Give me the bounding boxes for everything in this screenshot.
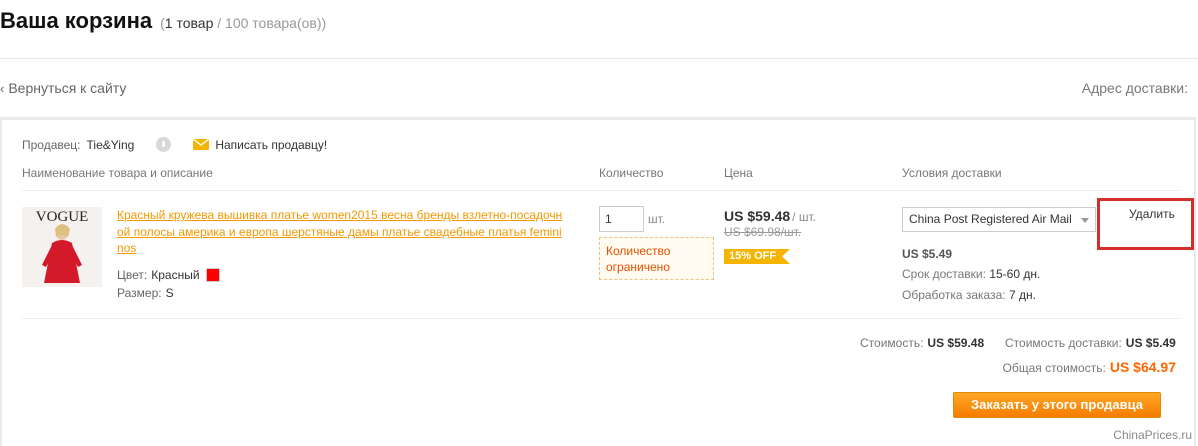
color-label: Цвет: <box>117 268 148 282</box>
discount-badge: 15% OFF <box>724 249 790 264</box>
seller-name[interactable]: Tie&Ying <box>87 138 135 152</box>
product-size: Размер: S <box>117 286 174 300</box>
size-label: Размер: <box>117 286 162 300</box>
product-thumbnail[interactable]: VOGUE <box>22 207 102 287</box>
processing-time-label: Обработка заказа: <box>902 288 1006 302</box>
cart-count: (1 товар / 100 товара(ов)) <box>160 15 326 31</box>
watermark: ChinaPrices.ru <box>1113 428 1192 442</box>
shipping-total: Стоимость доставки: US $5.49 <box>1005 336 1176 350</box>
quantity-limited-notice: Количество ограничено <box>599 237 714 280</box>
shipping-total-label: Стоимость доставки: <box>1005 336 1122 350</box>
mail-icon[interactable] <box>193 139 210 150</box>
delivery-time: Срок доставки: 15-60 дн. <box>902 267 1040 281</box>
grand-total-value: US $64.97 <box>1109 359 1176 375</box>
chevron-down-icon <box>1081 218 1089 223</box>
subtotal-value: US $59.48 <box>927 336 985 350</box>
page-title: Ваша корзина <box>0 8 153 33</box>
subtotal-label: Стоимость: <box>860 336 924 350</box>
column-header-price: Цена <box>724 166 753 180</box>
back-to-site-link[interactable]: ‹ Вернуться к сайту <box>0 80 126 96</box>
unit-price-value: US $59.48 <box>724 208 791 224</box>
processing-time: Обработка заказа: 7 дн. <box>902 288 1036 302</box>
color-value: Красный <box>151 268 200 282</box>
quantity-unit: шт. <box>648 212 666 226</box>
item-row-divider <box>22 318 1180 319</box>
grand-total: Общая стоимость: US $64.97 <box>1002 359 1176 375</box>
unit-price-per: / шт. <box>792 210 816 224</box>
seller-label: Продавец: <box>22 137 81 152</box>
delivery-time-value: 15-60 дн. <box>989 267 1041 281</box>
header-row-divider <box>22 190 1180 191</box>
grand-total-label: Общая стоимость: <box>1002 361 1106 375</box>
column-header-quantity: Количество <box>599 166 664 180</box>
processing-time-value: 7 дн. <box>1008 288 1036 302</box>
seller-info-icon[interactable] <box>156 137 172 152</box>
cart-count-limit: / 100 товара(ов)) <box>213 15 327 31</box>
product-color: Цвет: Красный <box>117 268 220 282</box>
size-value: S <box>165 286 174 300</box>
cart-count-current: 1 товар <box>164 15 214 31</box>
order-from-seller-button[interactable]: Заказать у этого продавца <box>953 392 1161 418</box>
shipping-method-select[interactable]: China Post Registered Air Mail <box>902 207 1096 232</box>
delete-item-link[interactable]: Удалить <box>1129 207 1175 221</box>
product-title-link[interactable]: Красный кружева вышивка платье women2015… <box>117 207 567 257</box>
header-divider <box>0 58 1198 59</box>
delivery-time-label: Срок доставки: <box>902 267 986 281</box>
delivery-address-label[interactable]: Адрес доставки: <box>1082 80 1188 96</box>
column-header-shipping: Условия доставки <box>902 166 1002 180</box>
back-to-site-label: Вернуться к сайту <box>8 80 127 96</box>
color-swatch <box>205 268 220 282</box>
delete-highlight-box <box>1097 198 1194 250</box>
message-seller-link[interactable]: Написать продавцу! <box>215 138 327 152</box>
unit-price: US $59.48/ шт. <box>724 208 816 224</box>
old-price: US $69.98/шт. <box>724 225 802 239</box>
shipping-cost: US $5.49 <box>902 247 953 261</box>
shipping-method-value: China Post Registered Air Mail <box>909 212 1072 226</box>
quantity-input[interactable] <box>599 206 644 232</box>
cart-header: Ваша корзина (1 товар / 100 товара(ов)) <box>0 8 326 40</box>
column-header-product: Наименование товара и описание <box>22 166 213 180</box>
subtotal: Стоимость: US $59.48 <box>860 336 984 350</box>
shipping-total-value: US $5.49 <box>1125 336 1176 350</box>
chevron-left-icon: ‹ <box>0 81 5 96</box>
seller-row: Продавец: Tie&Ying Написать продавцу! <box>22 137 327 152</box>
vogue-logo-text: VOGUE <box>36 209 89 225</box>
